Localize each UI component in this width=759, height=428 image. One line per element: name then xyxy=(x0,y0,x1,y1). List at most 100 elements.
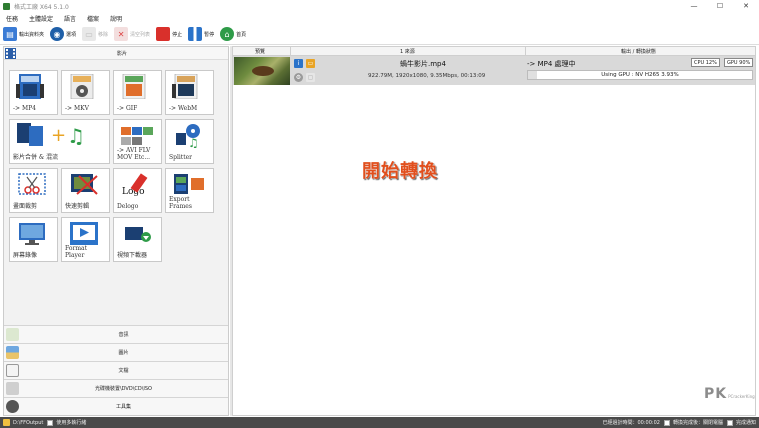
mp4-file-icon xyxy=(16,74,44,99)
webm-file-icon xyxy=(172,74,198,99)
disc-drive-icon xyxy=(6,382,19,395)
category-image[interactable]: 圖片 xyxy=(4,343,228,361)
gif-file-icon xyxy=(122,74,146,99)
column-output[interactable]: 輸出 / 轉換狀態 xyxy=(621,48,656,55)
player-icon xyxy=(70,222,98,245)
notify-checkbox[interactable] xyxy=(726,419,733,426)
watermark-subtext: PCrackerKing xyxy=(728,394,755,399)
clip-icon[interactable]: ▢ xyxy=(306,73,315,82)
close-button[interactable]: ✕ xyxy=(733,0,759,12)
options-icon: ◉ xyxy=(50,27,65,41)
splitter-icon: ♫ xyxy=(176,124,200,148)
notify-label: 完成通知 xyxy=(735,420,756,426)
app-logo-icon xyxy=(3,2,10,10)
output-path[interactable]: D:\FFOutput xyxy=(13,420,43,426)
svg-text:♫: ♫ xyxy=(188,136,199,148)
image-icon xyxy=(6,346,19,359)
stop-button[interactable]: 停止 xyxy=(156,26,182,43)
category-disc[interactable]: 光碟機裝置\DVD\CD\ISO xyxy=(4,379,228,397)
tool-quick-clip[interactable]: 快速剪輯 xyxy=(61,168,110,213)
task-progress-bar: Using GPU : NV H265 3.93% xyxy=(527,70,753,80)
tool-splitter[interactable]: ♫ Splitter xyxy=(165,119,214,164)
start-button[interactable]: 暫停 xyxy=(188,26,214,43)
shutdown-checkbox[interactable] xyxy=(663,419,670,426)
remove-icon: ▭ xyxy=(82,27,97,41)
column-divider xyxy=(525,47,526,56)
crop-scissors-icon xyxy=(18,173,46,195)
category-document[interactable]: 文檔 xyxy=(4,361,228,379)
settings-icon[interactable]: ⚙ xyxy=(294,73,303,82)
column-source[interactable]: 1 來源 xyxy=(400,48,415,55)
category-video[interactable]: 影片 xyxy=(4,47,228,60)
options-button[interactable]: ◉ 選項 xyxy=(50,26,76,43)
tool-to-avi-flv-mov[interactable]: -> AVI FLV MOV Etc... xyxy=(113,119,162,164)
folder-icon: ▤ xyxy=(3,27,17,41)
status-bar-right: 已經過計時間：00:00:02 轉換完成後：關閉電腦 完成通知 xyxy=(600,419,759,426)
tool-to-mp4[interactable]: -> MP4 xyxy=(9,70,58,115)
multithread-checkbox[interactable] xyxy=(47,419,54,426)
menu-task[interactable]: 任務 xyxy=(6,14,18,23)
output-folder-icon[interactable] xyxy=(3,419,10,426)
home-icon: ⌂ xyxy=(220,27,235,41)
menu-help[interactable]: 說明 xyxy=(110,14,122,23)
shutdown-label: 轉換完成後：關閉電腦 xyxy=(672,420,723,426)
category-toolbox[interactable]: 工具集 xyxy=(4,397,228,415)
video-thumbnail xyxy=(234,57,290,85)
column-divider xyxy=(290,47,291,56)
remove-button[interactable]: ▭ 移除 xyxy=(82,26,108,43)
minimize-button[interactable]: — xyxy=(681,0,707,12)
clear-list-button[interactable]: ✕ 清空列表 xyxy=(114,26,150,43)
tool-format-player[interactable]: Format Player xyxy=(61,217,110,262)
video-merge-icon: + ♫ xyxy=(17,123,85,148)
task-file-info: 922.79M, 1920x1080, 9.35Mbps, 00:13:09 xyxy=(368,73,486,79)
thumbnail-subject xyxy=(252,66,274,76)
watermark-logo: PK PCrackerKing xyxy=(704,386,755,402)
tool-to-mkv[interactable]: -> MKV xyxy=(61,70,110,115)
tool-video-downloader[interactable]: 視頻下載器 xyxy=(113,217,162,262)
document-icon xyxy=(6,364,19,377)
quick-clip-icon xyxy=(71,174,98,195)
clear-icon: ✕ xyxy=(114,27,129,41)
tool-crop[interactable]: 畫面裁剪 xyxy=(9,168,58,213)
open-folder-icon[interactable]: ▭ xyxy=(306,59,315,68)
mkv-file-icon xyxy=(70,74,94,99)
gpu-usage-badge: GPU 90% xyxy=(724,58,754,67)
task-row[interactable]: i ▭ ⚙ ▢ 蝸牛影片.mp4 922.79M, 1920x1080, 9.3… xyxy=(233,56,755,85)
pause-icon xyxy=(188,27,203,41)
cpu-usage-badge: CPU 12% xyxy=(691,58,720,67)
task-list-header: 預覽 1 來源 輸出 / 轉換狀態 xyxy=(233,47,755,56)
window-title: 格式工廠 X64 5.1.0 xyxy=(14,3,69,11)
info-icon[interactable]: i xyxy=(294,59,303,68)
watermark-mark: PK xyxy=(704,386,728,402)
window-controls: — ☐ ✕ xyxy=(681,0,759,12)
status-bar: D:\FFOutput 使用多執行緒 已經過計時間：00:00:02 轉換完成後… xyxy=(0,417,759,428)
tool-to-webm[interactable]: -> WebM xyxy=(165,70,214,115)
tool-delogo[interactable]: Logo Delogo xyxy=(113,168,162,213)
task-status: -> MP4 處理中 xyxy=(527,60,576,68)
tool-screen-record[interactable]: 屏幕錄像 xyxy=(9,217,58,262)
svg-text:♫: ♫ xyxy=(67,124,85,148)
svg-text:+: + xyxy=(51,125,66,146)
progress-text: Using GPU : NV H265 3.93% xyxy=(601,72,679,78)
video-download-icon xyxy=(125,227,151,242)
maximize-button[interactable]: ☐ xyxy=(707,0,733,12)
tool-video-joiner[interactable]: + ♫ 影片合併 & 混流 xyxy=(9,119,110,164)
column-preview[interactable]: 預覽 xyxy=(255,48,265,55)
title-bar: 格式工廠 X64 5.1.0 — ☐ ✕ xyxy=(0,0,759,12)
stop-icon xyxy=(156,27,171,41)
menu-language[interactable]: 語言 xyxy=(64,14,76,23)
task-filename: 蝸牛影片.mp4 xyxy=(400,60,446,68)
tool-to-gif[interactable]: -> GIF xyxy=(113,70,162,115)
output-folder-button[interactable]: ▤ 輸出資料夾 xyxy=(3,26,44,43)
menu-file[interactable]: 檔案 xyxy=(87,14,99,23)
menu-skin[interactable]: 主體設定 xyxy=(29,14,53,23)
category-panel: 影片 -> MP4 -> MKV -> GIF -> WebM + ♫ 影片合併… xyxy=(3,46,229,416)
tool-export-frames[interactable]: Export Frames xyxy=(165,168,214,213)
home-button[interactable]: ⌂ 首頁 xyxy=(220,26,246,43)
bottom-categories: 音訊 圖片 文檔 光碟機裝置\DVD\CD\ISO 工具集 xyxy=(4,325,228,415)
screen-record-icon xyxy=(19,223,45,245)
multi-format-icon xyxy=(121,127,153,145)
elapsed-time: 已經過計時間：00:00:02 xyxy=(602,420,660,426)
delogo-eraser-icon: Logo xyxy=(122,173,148,197)
category-audio[interactable]: 音訊 xyxy=(4,325,228,343)
